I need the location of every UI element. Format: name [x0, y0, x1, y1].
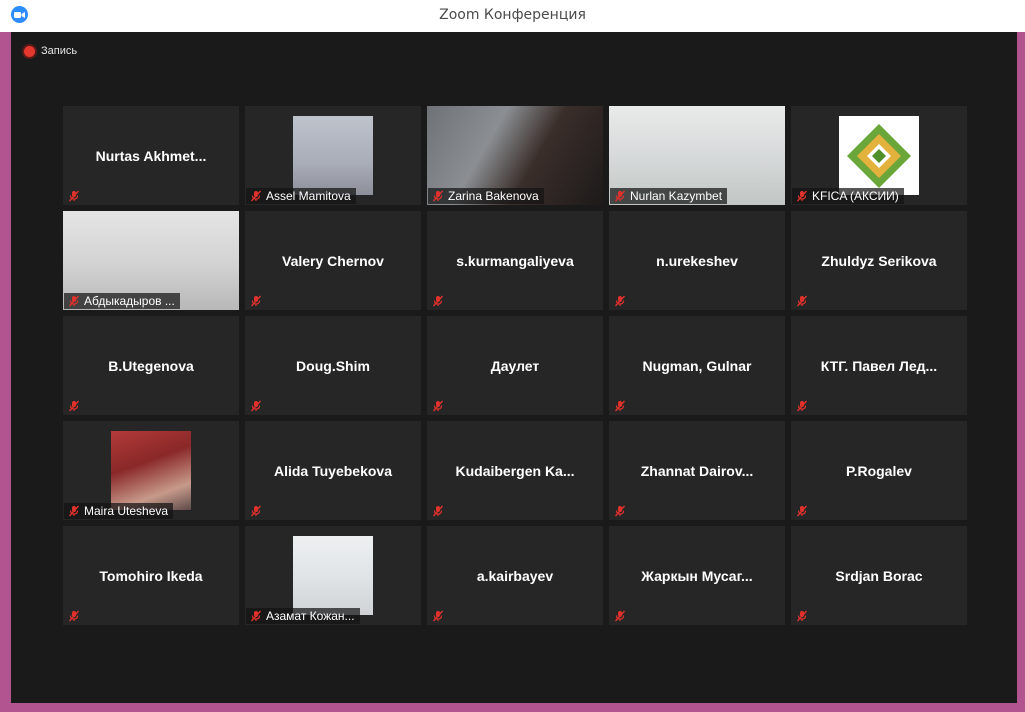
- muted-microphone-icon: [250, 504, 262, 517]
- participant-name: Жаркын Мусаг...: [641, 567, 753, 584]
- participant-name: s.kurmangaliyeva: [456, 252, 574, 269]
- participant-name: Nurtas Akhmet...: [95, 147, 207, 164]
- participant-name-label: Nurlan Kazymbet: [610, 188, 728, 204]
- muted-microphone-icon: [432, 294, 444, 307]
- title-bar[interactable]: Zoom Конференция: [0, 0, 1025, 32]
- muted-microphone-icon: [614, 399, 626, 412]
- participant-tile[interactable]: Tomohiro Ikeda: [63, 526, 239, 625]
- participant-name-label: Zarina Bakenova: [428, 188, 544, 204]
- participant-tile[interactable]: Zhuldyz Serikova: [791, 211, 967, 310]
- participant-name: Абдыкадыров ...: [84, 294, 175, 308]
- muted-microphone-icon: [68, 295, 80, 307]
- participant-name: Азамат Кожан...: [266, 609, 355, 623]
- participant-name: Zarina Bakenova: [448, 189, 539, 203]
- participant-name: Srdjan Borac: [835, 567, 923, 584]
- participant-name: a.kairbayev: [476, 567, 554, 584]
- participant-tile[interactable]: a.kairbayev: [427, 526, 603, 625]
- participant-name: n.urekeshev: [656, 252, 738, 269]
- muted-microphone-icon: [796, 294, 808, 307]
- participant-name: KFICA (АКСИИ): [812, 189, 899, 203]
- muted-microphone-icon: [796, 504, 808, 517]
- muted-microphone-icon: [432, 190, 444, 202]
- profile-photo: [293, 536, 373, 615]
- participant-name-label: Азамат Кожан...: [246, 608, 360, 624]
- participant-tile[interactable]: B.Utegenova: [63, 316, 239, 415]
- muted-microphone-icon: [796, 399, 808, 412]
- window-title: Zoom Конференция: [439, 7, 586, 23]
- participant-name: Valery Chernov: [282, 252, 384, 269]
- zoom-window: Zoom Конференция Запись Nurtas Akhmet...…: [0, 0, 1025, 712]
- muted-microphone-icon: [432, 504, 444, 517]
- muted-microphone-icon: [250, 294, 262, 307]
- participant-name: Alida Tuyebekova: [273, 462, 392, 479]
- participant-name-label: Maira Utesheva: [64, 503, 174, 519]
- muted-microphone-icon: [614, 190, 626, 202]
- participant-tile[interactable]: n.urekeshev: [609, 211, 785, 310]
- participant-tile[interactable]: KFICA (АКСИИ): [791, 106, 967, 205]
- participant-name: Assel Mamitova: [266, 189, 351, 203]
- participant-name-label: Assel Mamitova: [246, 188, 356, 204]
- muted-microphone-icon: [250, 190, 262, 202]
- participant-tile[interactable]: КТГ. Павел Лед...: [791, 316, 967, 415]
- muted-microphone-icon: [68, 505, 80, 517]
- participant-name: P.Rogalev: [846, 462, 912, 479]
- participant-tile[interactable]: P.Rogalev: [791, 421, 967, 520]
- meeting-view: Запись Nurtas Akhmet... Assel Mamitova Z…: [11, 32, 1017, 703]
- participant-tile[interactable]: Doug.Shim: [245, 316, 421, 415]
- participant-name: Kudaibergen Ka...: [455, 462, 575, 479]
- kfica-logo: [839, 116, 919, 195]
- muted-microphone-icon: [250, 610, 262, 622]
- participant-name: Tomohiro Ikeda: [99, 567, 203, 584]
- participant-name: Nugman, Gulnar: [642, 357, 752, 374]
- muted-microphone-icon: [796, 609, 808, 622]
- participant-tile[interactable]: Maira Utesheva: [63, 421, 239, 520]
- participant-tile[interactable]: Даулет: [427, 316, 603, 415]
- recording-label: Запись: [41, 45, 78, 57]
- recording-indicator[interactable]: Запись: [24, 44, 77, 58]
- participant-tile[interactable]: Nugman, Gulnar: [609, 316, 785, 415]
- participant-name: B.Utegenova: [108, 357, 194, 374]
- muted-microphone-icon: [68, 399, 80, 412]
- participant-tile[interactable]: Nurtas Akhmet...: [63, 106, 239, 205]
- participant-name: КТГ. Павел Лед...: [820, 357, 938, 374]
- participant-name: Nurlan Kazymbet: [630, 189, 723, 203]
- participant-name: Zhuldyz Serikova: [821, 252, 937, 269]
- participant-tile[interactable]: Zhannat Dairov...: [609, 421, 785, 520]
- muted-microphone-icon: [68, 189, 80, 202]
- participant-name-label: KFICA (АКСИИ): [792, 188, 904, 204]
- muted-microphone-icon: [432, 609, 444, 622]
- participant-tile[interactable]: Zarina Bakenova: [427, 106, 603, 205]
- profile-photo: [111, 431, 191, 510]
- muted-microphone-icon: [614, 504, 626, 517]
- muted-microphone-icon: [796, 190, 808, 202]
- participant-name: Maira Utesheva: [84, 504, 169, 518]
- participant-tile[interactable]: Жаркын Мусаг...: [609, 526, 785, 625]
- muted-microphone-icon: [250, 399, 262, 412]
- participant-tile[interactable]: Nurlan Kazymbet: [609, 106, 785, 205]
- participant-name: Zhannat Dairov...: [640, 462, 754, 479]
- participant-name-label: Абдыкадыров ...: [64, 293, 180, 309]
- participant-tile[interactable]: Kudaibergen Ka...: [427, 421, 603, 520]
- profile-photo: [293, 116, 373, 195]
- muted-microphone-icon: [432, 399, 444, 412]
- participant-name: Даулет: [490, 357, 540, 374]
- muted-microphone-icon: [614, 294, 626, 307]
- record-icon: [24, 45, 35, 57]
- participant-tile[interactable]: Абдыкадыров ...: [63, 211, 239, 310]
- participant-tile[interactable]: Alida Tuyebekova: [245, 421, 421, 520]
- participant-name: Doug.Shim: [296, 357, 370, 374]
- participant-tile[interactable]: Valery Chernov: [245, 211, 421, 310]
- participant-tile[interactable]: Srdjan Borac: [791, 526, 967, 625]
- participant-tile[interactable]: Азамат Кожан...: [245, 526, 421, 625]
- participant-tile[interactable]: Assel Mamitova: [245, 106, 421, 205]
- participant-gallery: Nurtas Akhmet... Assel Mamitova Zarina B…: [63, 106, 967, 625]
- muted-microphone-icon: [68, 609, 80, 622]
- muted-microphone-icon: [614, 609, 626, 622]
- participant-tile[interactable]: s.kurmangaliyeva: [427, 211, 603, 310]
